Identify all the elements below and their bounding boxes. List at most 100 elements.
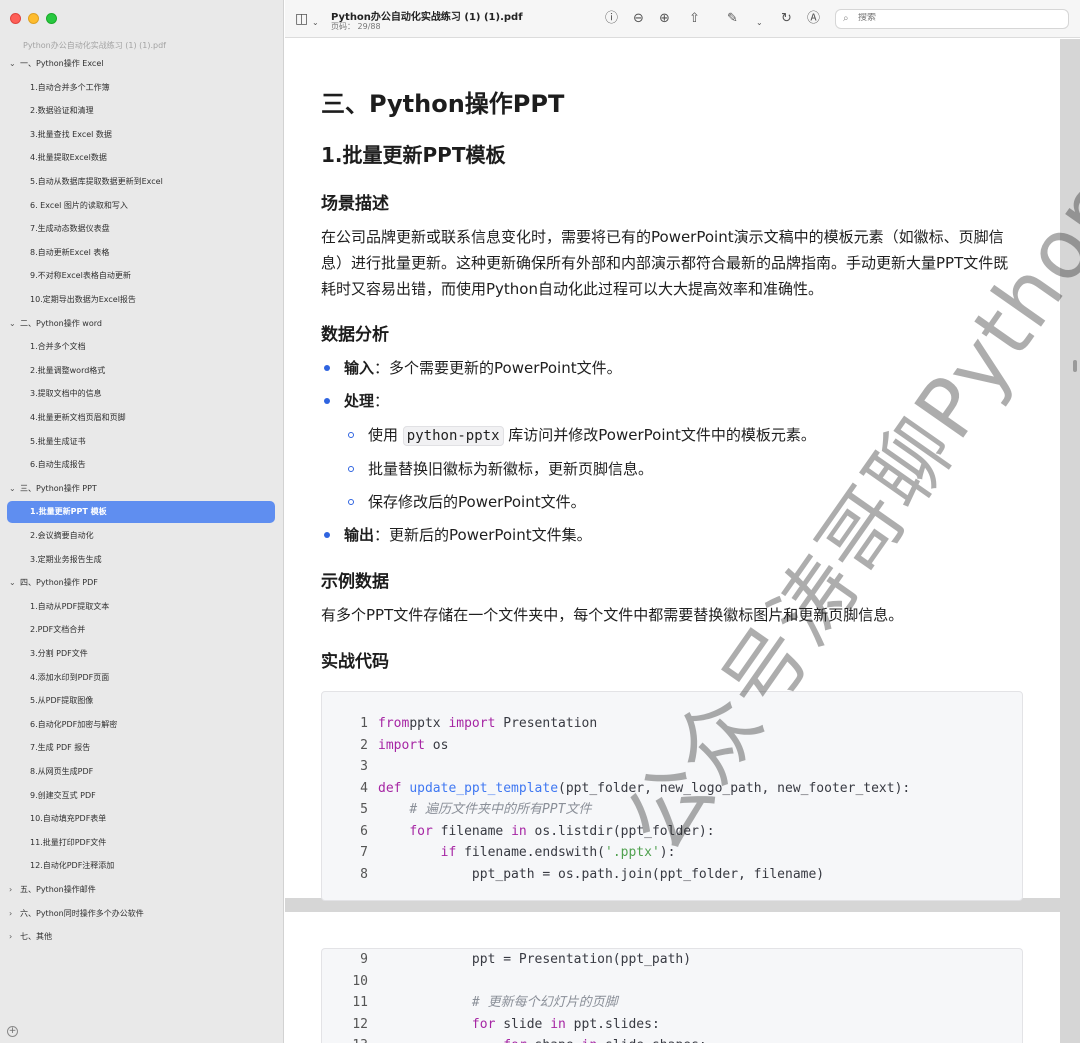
toc-item[interactable]: 3.定期业务报告生成: [30, 549, 102, 571]
sidebar-toggle-icon[interactable]: ◫: [295, 10, 308, 28]
code-text: for shape in slide.shapes:: [378, 1035, 707, 1043]
inline-code: python-pptx: [402, 426, 504, 446]
add-bookmark-icon[interactable]: +: [7, 1026, 18, 1037]
line-number: 4: [360, 780, 368, 796]
toc-item-label: 五、Python操作邮件: [20, 885, 96, 894]
toc-item[interactable]: 4.批量更新文档页眉和页脚: [30, 407, 126, 429]
list-item-process: 处理：: [324, 390, 389, 412]
toc-item[interactable]: 3.批量查找 Excel 数据: [30, 124, 112, 146]
code-line: 13 for shape in slide.shapes:: [322, 1035, 1022, 1043]
toc-item[interactable]: 2.批量调整word格式: [30, 360, 105, 382]
document-viewport[interactable]: 三、Python操作PPT 1.批量更新PPT模板 场景描述 在公司品牌更新或联…: [285, 39, 1080, 1043]
pdf-page: 9 ppt = Presentation(ppt_path) 10 11 # 更新每…: [285, 912, 1060, 1043]
chevron-down-icon[interactable]: ⌄: [9, 478, 20, 500]
toc-item[interactable]: 6.自动生成报告: [30, 454, 86, 476]
toc-item[interactable]: 1.批量更新PPT 模板: [7, 501, 275, 524]
chevron-down-icon[interactable]: ⌄: [9, 53, 20, 75]
line-number: 10: [352, 973, 368, 989]
toc-item-label: 2.PDF文档合并: [30, 625, 86, 635]
chevron-down-icon[interactable]: ⌄: [312, 14, 319, 32]
line-number: 11: [352, 995, 368, 1010]
toc-item-label: 7.生成动态数据仪表盘: [30, 224, 110, 234]
line-number: 5: [360, 802, 368, 817]
toc-item-label: 4.批量提取Excel数据: [30, 153, 107, 163]
toc-item[interactable]: 1.自动从PDF提取文本: [30, 596, 109, 618]
bullet-icon: [324, 532, 330, 538]
toc-item-label: 六、Python同时操作多个办公软件: [20, 908, 144, 918]
toc-item[interactable]: 9.不对称Excel表格自动更新: [30, 265, 131, 287]
toc-section-item[interactable]: ⌄ 三、Python操作 PPT: [9, 478, 97, 500]
toc-item[interactable]: 12.自动化PDF注释添加: [30, 855, 114, 877]
toc-section-item[interactable]: › 五、Python操作邮件: [9, 879, 96, 901]
toc-item[interactable]: 11.批量打印PDF文件: [30, 832, 106, 854]
code-text: ppt = Presentation(ppt_path): [378, 952, 692, 967]
toc-section-item[interactable]: ⌄ 二、Python操作 word: [9, 313, 102, 335]
toc-item[interactable]: 1.自动合并多个工作簿: [30, 77, 110, 99]
toc-item[interactable]: 2.数据验证和清理: [30, 100, 94, 122]
minimize-window-button[interactable]: [28, 13, 39, 24]
toc-item[interactable]: 10.定期导出数据为Excel报告: [30, 289, 136, 311]
chevron-right-icon[interactable]: ›: [9, 903, 20, 925]
code-text: for filename in os.listdir(ppt_folder):: [409, 823, 715, 839]
toc-item[interactable]: 6. Excel 图片的读取和写入: [30, 195, 128, 217]
toc-item[interactable]: 7.生成 PDF 报告: [30, 737, 90, 759]
toc-item[interactable]: 9.创建交互式 PDF: [30, 785, 96, 807]
chevron-right-icon[interactable]: ›: [9, 926, 20, 948]
close-window-button[interactable]: [10, 13, 21, 24]
rotate-icon[interactable]: ↻: [781, 10, 792, 28]
search-field[interactable]: ⌕: [835, 9, 1069, 29]
code-text: for slide in ppt.slides:: [471, 1016, 660, 1032]
toc-item[interactable]: 8.自动更新Excel 表格: [30, 242, 109, 264]
line-number: 3: [360, 759, 368, 774]
share-icon[interactable]: ⇧: [689, 10, 700, 28]
code-text: def update_ppt_template(ppt_folder, new_…: [378, 780, 911, 796]
toc-item[interactable]: 5.从PDF提取图像: [30, 690, 93, 712]
markup-chevron-icon[interactable]: ⌄: [756, 14, 763, 32]
toc-section-item[interactable]: › 七、其他: [9, 926, 52, 948]
toc-item[interactable]: 4.批量提取Excel数据: [30, 147, 107, 169]
code-line: 6 for filename in os.listdir(ppt_folder)…: [322, 821, 1022, 842]
line-number: 7: [360, 845, 368, 860]
code-block: 9 ppt = Presentation(ppt_path) 10 11 # 更新每…: [321, 948, 1023, 1043]
search-input[interactable]: [858, 13, 1058, 23]
toc-item-label: 3.提取文档中的信息: [30, 389, 102, 399]
code-line: 8 ppt_path = os.path.join(ppt_folder, fi…: [322, 864, 1022, 885]
toc-item[interactable]: 3.分割 PDF文件: [30, 643, 88, 665]
zoom-in-icon[interactable]: ⊕: [659, 10, 670, 28]
chevron-right-icon[interactable]: ›: [9, 879, 20, 901]
scrollbar-thumb[interactable]: [1073, 360, 1077, 372]
toc-item-label: 11.批量打印PDF文件: [30, 837, 107, 847]
toc-item-label: 3.定期业务报告生成: [30, 554, 102, 564]
info-icon[interactable]: ⓘ: [605, 10, 618, 28]
markup-pen-icon[interactable]: ✎: [727, 10, 738, 28]
code-line: 10: [322, 971, 1022, 992]
toc-item-label: 2.数据验证和清理: [30, 106, 94, 116]
maximize-window-button[interactable]: [46, 13, 57, 24]
toc-item[interactable]: 8.从网页生成PDF: [30, 761, 93, 783]
toc-item[interactable]: 2.会议摘要自动化: [30, 525, 94, 547]
chevron-down-icon[interactable]: ⌄: [9, 572, 20, 594]
toc-item-label: 6.自动生成报告: [30, 460, 86, 470]
toc-item-label: 8.从网页生成PDF: [30, 767, 94, 776]
toc-section-item[interactable]: ⌄ 一、Python操作 Excel: [9, 53, 103, 75]
chevron-down-icon[interactable]: ⌄: [9, 313, 20, 335]
toc-item-label: 3.批量查找 Excel 数据: [30, 129, 112, 139]
annotate-icon[interactable]: Ⓐ: [807, 10, 820, 28]
toc-item[interactable]: 10.自动填充PDF表单: [30, 808, 106, 830]
zoom-out-icon[interactable]: ⊖: [633, 10, 644, 28]
toc-item[interactable]: 6.自动化PDF加密与解密: [30, 714, 117, 736]
toc-item[interactable]: 4.添加水印到PDF页面: [30, 667, 109, 689]
toc-item-label: 2.会议摘要自动化: [30, 531, 94, 540]
toc-item[interactable]: 1.合并多个文档: [30, 336, 86, 358]
toc-section-item[interactable]: ⌄ 四、Python操作 PDF: [9, 572, 98, 594]
toc-item[interactable]: 3.提取文档中的信息: [30, 383, 102, 405]
toc-item-label: 1.批量更新PPT 模板: [30, 507, 107, 517]
toc-section-item[interactable]: › 六、Python同时操作多个办公软件: [9, 903, 144, 925]
toc-item[interactable]: 2.PDF文档合并: [30, 619, 85, 641]
code-text: # 遍历文件夹中的所有PPT文件: [409, 802, 592, 817]
toc-item-label: 七、其他: [20, 932, 52, 942]
toc-item[interactable]: 5.批量生成证书: [30, 431, 86, 453]
toc-item[interactable]: 5.自动从数据库提取数据更新到Excel: [30, 171, 163, 193]
toc-item[interactable]: 7.生成动态数据仪表盘: [30, 218, 110, 240]
line-number: 1: [360, 716, 368, 731]
